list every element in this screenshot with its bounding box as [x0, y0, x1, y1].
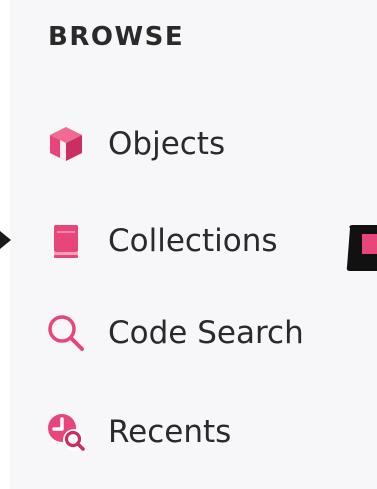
- search-icon: [44, 311, 88, 355]
- book-icon: [44, 219, 88, 263]
- sidebar-item-objects[interactable]: Objects: [44, 116, 364, 172]
- sidebar-heading: BROWSE: [48, 22, 185, 52]
- arrow-right-icon: [0, 228, 11, 252]
- drag-handle-icon[interactable]: [344, 222, 377, 274]
- sidebar-item-collections-label: Collections: [108, 223, 278, 259]
- cube-icon: [44, 122, 88, 166]
- sidebar-item-recents-label: Recents: [108, 414, 232, 450]
- recents-icon: [44, 410, 88, 454]
- browse-sidebar: BROWSE Objects Collections Code Search R…: [10, 0, 377, 489]
- sidebar-item-recents[interactable]: Recents: [44, 404, 364, 460]
- sidebar-item-code-search[interactable]: Code Search: [44, 305, 364, 361]
- sidebar-item-collections[interactable]: Collections: [44, 213, 364, 269]
- sidebar-item-objects-label: Objects: [108, 126, 226, 162]
- sidebar-item-code-search-label: Code Search: [108, 315, 304, 351]
